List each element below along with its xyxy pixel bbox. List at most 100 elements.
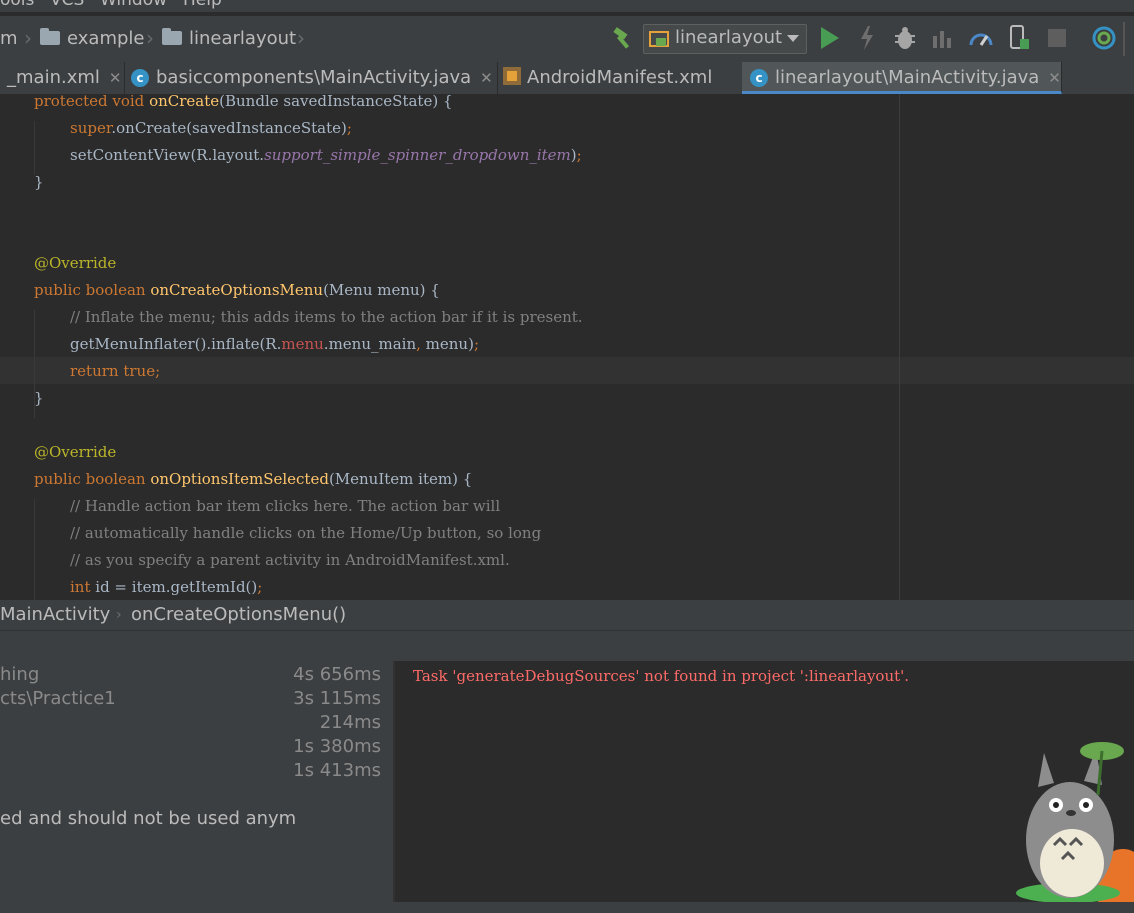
- build-row-time: 214ms: [319, 712, 381, 733]
- android-config-icon: [649, 31, 669, 47]
- menu-item-window[interactable]: Window: [100, 0, 167, 10]
- code-token: ;: [257, 578, 263, 596]
- tab-label: _main.xml: [7, 67, 100, 88]
- breadcrumb-root[interactable]: m: [0, 27, 18, 51]
- breadcrumb-separator: ›: [146, 26, 154, 50]
- code-token: support_simple_spinner_dropdown_item: [264, 146, 571, 164]
- code-token: ;: [473, 335, 480, 353]
- code-line: // as you specify a parent activity in A…: [70, 547, 510, 574]
- code-token: onOptionsItemSelected: [150, 470, 329, 488]
- code-line: @Override: [34, 439, 116, 466]
- tab-label: AndroidManifest.xml: [527, 67, 713, 88]
- breadcrumb-class[interactable]: MainActivity: [0, 604, 110, 625]
- code-line: return true;: [70, 358, 160, 385]
- code-token: ;: [576, 146, 582, 164]
- build-warning-row[interactable]: ed and should not be used anym: [0, 808, 393, 832]
- code-line: // automatically handle clicks on the Ho…: [70, 520, 541, 547]
- code-token: ;: [346, 119, 352, 137]
- breadcrumb-linearlayout[interactable]: linearlayout: [162, 27, 296, 51]
- code-token: }: [34, 173, 44, 191]
- build-row[interactable]: 214ms: [0, 712, 393, 736]
- code-token: @Override: [34, 443, 117, 461]
- build-row[interactable]: cts\Practice1 3s 115ms: [0, 688, 393, 712]
- menu-item-help[interactable]: Help: [183, 0, 222, 10]
- build-row-label: hing: [0, 664, 40, 685]
- folder-icon: [40, 28, 60, 45]
- device-manager-icon[interactable]: [1005, 24, 1033, 52]
- profiler-icon[interactable]: [967, 24, 995, 52]
- code-line: protected void onCreate(Bundle savedInst…: [34, 94, 452, 115]
- close-icon[interactable]: ✕: [480, 69, 493, 87]
- code-token: // automatically handle clicks on the Ho…: [70, 524, 542, 542]
- hammer-icon[interactable]: [609, 24, 637, 52]
- breadcrumb-separator: ›: [24, 26, 32, 50]
- build-warning-text: ed and should not be used anym: [0, 808, 297, 829]
- tab-androidmanifest[interactable]: AndroidManifest.xml: [497, 62, 743, 94]
- caret-row-highlight: [0, 357, 1134, 384]
- build-row[interactable]: 1s 413ms: [0, 760, 393, 784]
- run-icon[interactable]: [815, 24, 843, 52]
- console-error-text: Task 'generateDebugSources' not found in…: [413, 667, 910, 685]
- breadcrumb-example[interactable]: example: [40, 27, 144, 51]
- code-token: menu: [281, 335, 324, 353]
- tab-basiccomponents-mainactivity[interactable]: c basiccomponents\MainActivity.java ✕: [124, 62, 498, 94]
- class-icon: c: [131, 69, 149, 87]
- run-config-selector[interactable]: linearlayout: [643, 24, 807, 54]
- navigation-bar: m › example › linearlayout › linearlayou…: [0, 16, 1134, 62]
- code-line: }: [34, 385, 44, 412]
- lightning-icon[interactable]: [853, 24, 881, 52]
- code-token: .menu_main: [323, 335, 417, 353]
- manifest-icon: [503, 67, 521, 85]
- build-panel-header: [0, 630, 1134, 663]
- close-icon[interactable]: ✕: [109, 69, 122, 87]
- code-token: public boolean: [34, 470, 151, 488]
- totoro-mascot-image: [1016, 742, 1134, 913]
- breadcrumb-label: linearlayout: [189, 28, 297, 49]
- code-line: int id = item.getItemId();: [70, 574, 262, 600]
- code-token: return true;: [70, 362, 161, 380]
- right-margin-guide: [899, 94, 900, 600]
- attach-debugger-icon[interactable]: [928, 24, 956, 52]
- code-line: // Handle action bar item clicks here. T…: [70, 493, 500, 520]
- code-token: onCreate: [149, 94, 220, 110]
- code-token: public boolean: [34, 281, 151, 299]
- code-token: @Override: [34, 254, 117, 272]
- code-line: }: [34, 169, 44, 196]
- indent-guide: [34, 121, 35, 175]
- build-row-time: 4s 656ms: [293, 664, 381, 685]
- build-row-time: 1s 380ms: [293, 736, 381, 757]
- build-row[interactable]: 1s 380ms: [0, 736, 393, 760]
- menu-bar: ools VCS Window Help: [0, 0, 1134, 12]
- code-breadcrumb-bar: MainActivity › onCreateOptionsMenu(): [0, 600, 1134, 630]
- code-line: setContentView(R.layout.support_simple_s…: [70, 142, 582, 169]
- tab-main-xml[interactable]: _main.xml ✕: [0, 62, 125, 94]
- code-token: getMenuInflater().inflate(R.: [70, 335, 282, 353]
- code-token: menu): [420, 335, 474, 353]
- debug-icon[interactable]: [891, 24, 919, 52]
- run-config-label: linearlayout: [675, 27, 783, 48]
- breadcrumb-method[interactable]: onCreateOptionsMenu(): [131, 604, 346, 625]
- code-line: getMenuInflater().inflate(R.menu.menu_ma…: [70, 331, 479, 358]
- menu-item-tools[interactable]: ools: [0, 0, 34, 10]
- build-tree[interactable]: hing 4s 656ms cts\Practice1 3s 115ms 214ms…: [0, 661, 393, 902]
- breadcrumb-label: example: [67, 28, 145, 49]
- menu-item-vcs[interactable]: VCS: [50, 0, 84, 10]
- build-row[interactable]: hing 4s 656ms: [0, 664, 393, 688]
- code-token: // Inflate the menu; this adds items to …: [70, 308, 583, 326]
- status-bar: [0, 902, 1134, 913]
- breadcrumb-separator: ›: [297, 26, 305, 50]
- code-token: (Bundle savedInstanceState) {: [219, 94, 453, 110]
- indent-guide: [34, 499, 35, 600]
- coverage-icon[interactable]: [1090, 24, 1118, 52]
- code-editor[interactable]: protected void onCreate(Bundle savedInst…: [0, 94, 1134, 600]
- toolbar-divider: [1123, 22, 1125, 56]
- tab-label: basiccomponents\MainActivity.java: [156, 67, 472, 88]
- stop-icon[interactable]: [1043, 24, 1071, 52]
- close-icon[interactable]: ✕: [1048, 69, 1061, 87]
- code-token: onCreateOptionsMenu: [150, 281, 324, 299]
- folder-icon: [162, 28, 182, 45]
- code-token: }: [34, 389, 44, 407]
- breadcrumb-separator: ›: [116, 607, 122, 623]
- tab-linearlayout-mainactivity[interactable]: c linearlayout\MainActivity.java ✕: [742, 62, 1062, 94]
- class-icon: c: [750, 69, 768, 87]
